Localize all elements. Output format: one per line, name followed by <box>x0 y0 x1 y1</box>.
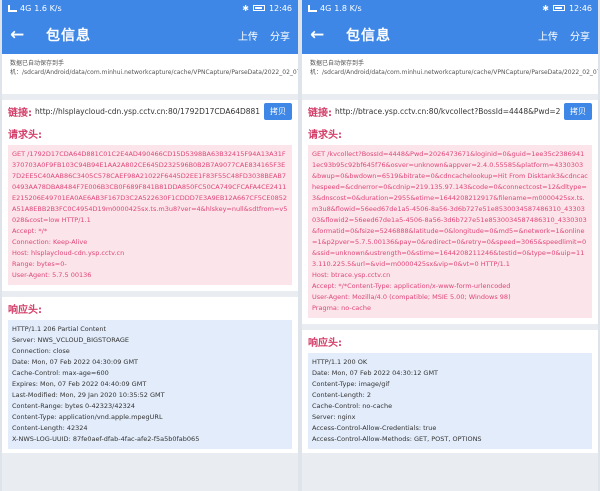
net-speed: 1.6 K/s <box>34 3 62 13</box>
status-right: ✱ 12:46 <box>242 4 292 13</box>
request-body: GET /kvcollect?BossId=4448&Pwd=202647367… <box>308 145 592 318</box>
signal-icon <box>8 4 17 12</box>
response-line: Content-Length: 2 <box>312 391 372 399</box>
app-bar-actions: 上传 分享 <box>238 28 290 43</box>
response-line: Server: NWS_VCLOUD_BIGSTORAGE <box>12 336 129 344</box>
link-url[interactable]: http://hlsplaycloud-cdn.ysp.cctv.cn:80/1… <box>35 107 260 116</box>
response-line: Expires: Mon, 07 Feb 2022 04:40:09 GMT <box>12 380 147 388</box>
request-section: 请求头: GET /kvcollect?BossId=4448&Pwd=2026… <box>302 122 598 324</box>
clock: 12:46 <box>568 3 592 13</box>
signal-label: 4G <box>320 3 332 13</box>
response-line: HTTP/1.1 200 OK <box>312 358 368 366</box>
response-line: Content-Range: bytes 0-42323/42324 <box>12 402 136 410</box>
request-line: Accept: */*Content-Type: application/x-w… <box>312 282 511 290</box>
request-line: Host: hlsplaycloud-cdn.ysp.cctv.cn <box>12 249 125 257</box>
request-line: Host: btrace.ysp.cctv.cn <box>312 271 391 279</box>
link-row: 链接: http://hlsplaycloud-cdn.ysp.cctv.cn:… <box>2 100 298 122</box>
response-line: Cache-Control: max-age=600 <box>12 369 109 377</box>
save-path-text: 数据已自动保存到手机：/sdcard/Android/data/com.minh… <box>2 54 298 94</box>
request-section: 请求头: GET /1792D17CDA64D881C01C2E4AD49046… <box>2 122 298 291</box>
back-arrow-icon[interactable]: ← <box>310 25 332 45</box>
response-line: Connection: close <box>12 347 70 355</box>
link-row: 链接: http://btrace.ysp.cctv.cn:80/kvcolle… <box>302 100 598 122</box>
response-line: Cache-Control: no-cache <box>312 402 393 410</box>
clock: 12:46 <box>268 3 292 13</box>
signal-label: 4G <box>20 3 32 13</box>
status-bar: 4G 1.6 K/s ✱ 12:46 <box>2 0 298 16</box>
app-bar: ← 包信息 上传 分享 <box>302 16 598 54</box>
request-line: User-Agent: Mozilla/4.0 (compatible; MSI… <box>312 293 511 301</box>
response-line: Date: Mon, 07 Feb 2022 04:30:09 GMT <box>12 358 139 366</box>
response-line: Content-Length: 42324 <box>12 424 88 432</box>
save-path-text: 数据已自动保存到手机：/sdcard/Android/data/com.minh… <box>302 54 598 94</box>
battery-icon <box>552 5 565 11</box>
request-header-title: 请求头: <box>308 130 342 141</box>
copy-button[interactable]: 拷贝 <box>564 102 592 120</box>
link-label: 链接: <box>308 107 332 119</box>
app-bar-actions: 上传 分享 <box>538 28 590 43</box>
app-bar: ← 包信息 上传 分享 <box>2 16 298 54</box>
back-arrow-icon[interactable]: ← <box>10 25 32 45</box>
copy-button[interactable]: 拷贝 <box>264 102 292 120</box>
status-right: ✱ 12:46 <box>542 4 592 13</box>
response-header-title: 响应头: <box>8 305 42 316</box>
response-line: X-NWS-LOG-UUID: 87fe0aef-dfab-4fac-afe2-… <box>12 435 200 443</box>
page-title: 包信息 <box>46 28 91 44</box>
screenshot-pair: 4G 1.6 K/s ✱ 12:46 ← 包信息 上传 分享 数据已自动保存到手… <box>0 0 600 491</box>
upload-button[interactable]: 上传 <box>238 28 258 43</box>
response-body: HTTP/1.1 200 OK Date: Mon, 07 Feb 2022 0… <box>308 353 592 449</box>
request-body: GET /1792D17CDA64D881C01C2E4AD490466CD15… <box>8 145 292 285</box>
share-button[interactable]: 分享 <box>270 28 290 43</box>
response-line: Content-Type: image/gif <box>312 380 390 388</box>
response-line: Last-Modified: Mon, 29 Jan 2020 10:35:52… <box>12 391 165 399</box>
response-section: 响应头: HTTP/1.1 200 OK Date: Mon, 07 Feb 2… <box>302 330 598 453</box>
response-line: Access-Control-Allow-Credentials: true <box>312 424 437 432</box>
response-line: Date: Mon, 07 Feb 2022 04:30:12 GMT <box>312 369 439 377</box>
link-label: 链接: <box>8 107 32 119</box>
request-line: Connection: Keep-Alive <box>12 238 88 246</box>
request-line: Pragma: no-cache <box>312 304 371 312</box>
request-line: Accept: */* <box>12 227 48 235</box>
response-line: Access-Control-Allow-Methods: GET, POST,… <box>312 435 482 443</box>
request-header-title: 请求头: <box>8 130 42 141</box>
response-header-title: 响应头: <box>308 338 342 349</box>
response-line: Server: nginx <box>312 413 356 421</box>
bluetooth-icon: ✱ <box>242 3 249 13</box>
upload-button[interactable]: 上传 <box>538 28 558 43</box>
request-line: User-Agent: 5.7.5 00136 <box>12 271 92 279</box>
left-phone-screen: 4G 1.6 K/s ✱ 12:46 ← 包信息 上传 分享 数据已自动保存到手… <box>2 0 298 491</box>
right-phone-screen: 4G 1.8 K/s ✱ 12:46 ← 包信息 上传 分享 数据已自动保存到手… <box>302 0 598 491</box>
request-line: GET /1792D17CDA64D881C01C2E4AD490466CD15… <box>12 150 288 224</box>
signal-group: 4G 1.8 K/s <box>308 4 362 13</box>
response-body: HTTP/1.1 206 Partial Content Server: NWS… <box>8 320 292 449</box>
battery-icon <box>252 5 265 11</box>
response-line: Content-Type: application/vnd.apple.mpeg… <box>12 413 163 421</box>
signal-icon <box>308 4 317 12</box>
response-section: 响应头: HTTP/1.1 206 Partial Content Server… <box>2 297 298 453</box>
status-bar: 4G 1.8 K/s ✱ 12:46 <box>302 0 598 16</box>
page-title: 包信息 <box>346 28 391 44</box>
bluetooth-icon: ✱ <box>542 3 549 13</box>
request-line: GET /kvcollect?BossId=4448&Pwd=202647367… <box>312 150 588 268</box>
link-url[interactable]: http://btrace.ysp.cctv.cn:80/kvcollect?B… <box>335 107 560 116</box>
net-speed: 1.8 K/s <box>334 3 362 13</box>
share-button[interactable]: 分享 <box>570 28 590 43</box>
response-line: HTTP/1.1 206 Partial Content <box>12 325 107 333</box>
request-line: Range: bytes=0- <box>12 260 67 268</box>
signal-group: 4G 1.6 K/s <box>8 4 62 13</box>
